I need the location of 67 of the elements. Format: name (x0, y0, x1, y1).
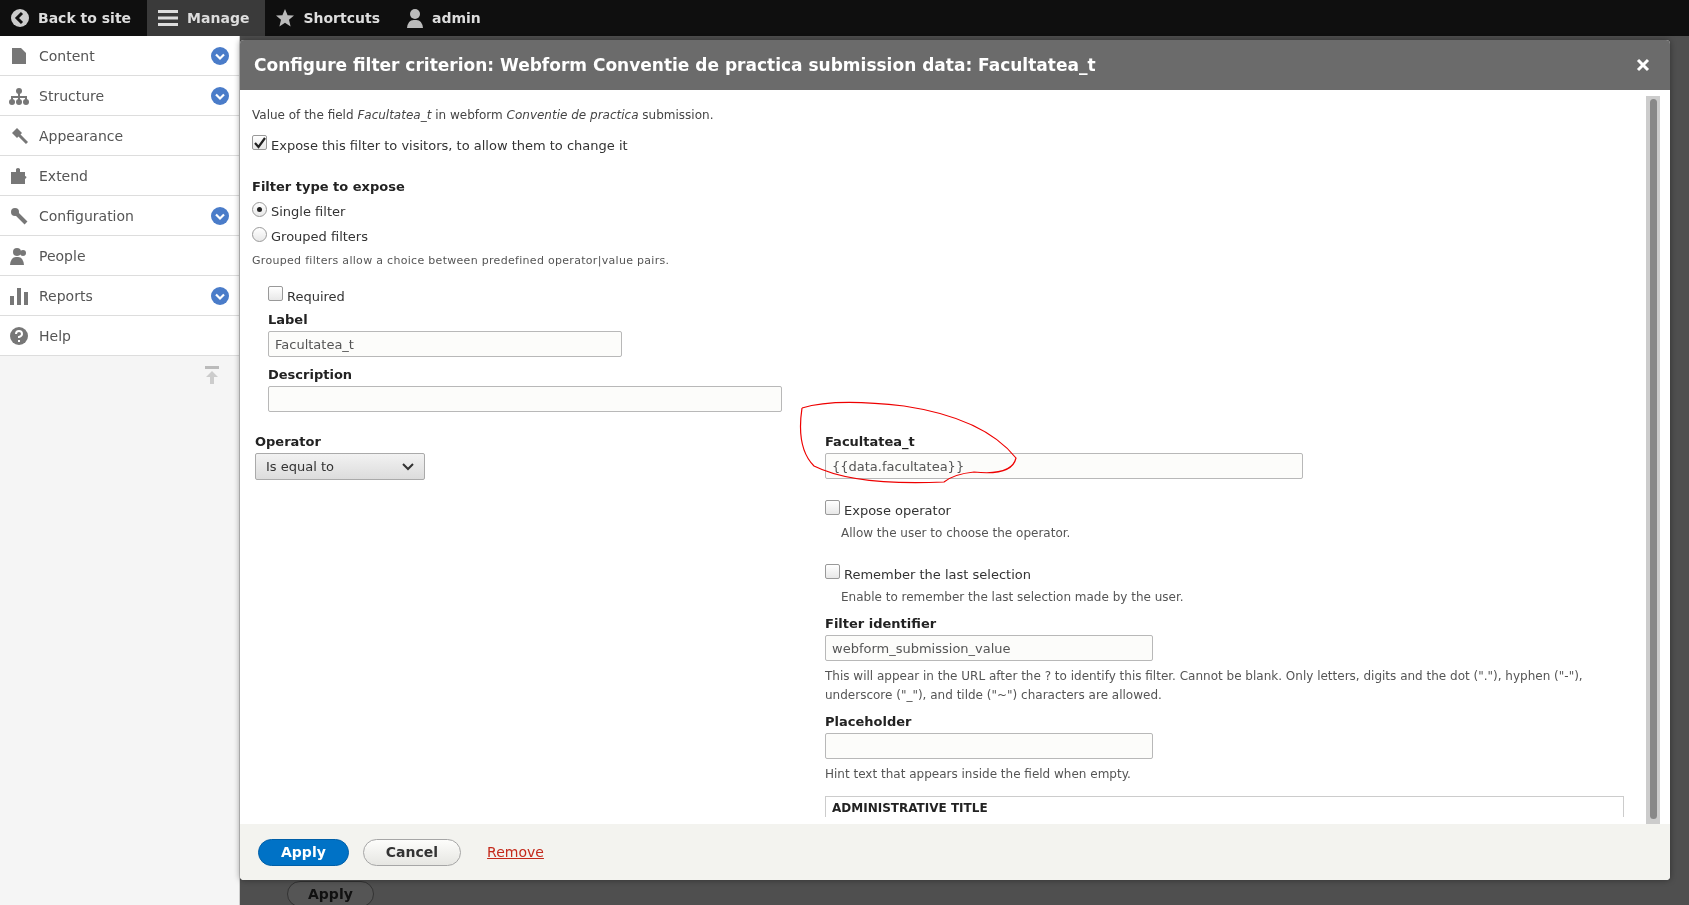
checkbox[interactable] (825, 563, 840, 579)
expand-icon[interactable] (211, 46, 229, 65)
radio-button[interactable] (252, 202, 267, 217)
expand-icon[interactable] (211, 206, 229, 225)
operator-select[interactable]: Is equal to (255, 453, 425, 480)
remove-link[interactable]: Remove (487, 844, 544, 860)
wrench-icon (10, 206, 28, 225)
document-icon (11, 46, 27, 65)
people-icon (9, 246, 29, 265)
identifier-input[interactable]: webform_submission_value (825, 635, 1153, 662)
section-heading: Filter type to expose (252, 179, 406, 194)
fieldset-heading: ADMINISTRATIVE TITLE (825, 795, 1624, 817)
checkbox[interactable] (252, 135, 267, 150)
field-description: Value of the field Facultatea_t in webform Conventie de practica submission. (252, 108, 715, 122)
value-input[interactable]: {{data.facultatea}} (825, 453, 1303, 479)
label-input[interactable]: Facultatea_t (268, 331, 622, 357)
bar-chart-icon (10, 286, 28, 305)
help-text: This will appear in the URL after the ? to identify this filter. Cannot be blank. Only letters, digits and the dot ("."), hyphen ("-"), underscore ("_"), and tilde ("~") characters are allowed. (825, 668, 1584, 704)
puzzle-icon (10, 166, 28, 185)
help-text: Hint text that appears inside the field when empty. (825, 766, 1132, 784)
field-label: Filter identifier (825, 616, 938, 632)
checkbox-label: Required (287, 289, 345, 304)
help-icon (10, 326, 28, 345)
field-label: Description (268, 367, 354, 382)
help-text: Allow the user to choose the operator. (840, 525, 1072, 542)
field-label: Placeholder (825, 714, 913, 730)
field-label: Operator (255, 434, 322, 449)
sidebar-item[interactable]: People (0, 236, 239, 276)
radio-label: Single filter (271, 204, 346, 219)
toolbar-tab[interactable]: Shortcuts (265, 0, 396, 36)
toolbar-tab[interactable]: Back to site (0, 0, 148, 36)
checkbox-label: Expose operator (844, 503, 951, 518)
checkbox-label: Remember the last selection (844, 566, 1031, 582)
checkbox[interactable] (825, 500, 840, 515)
help-text: Grouped filters allow a choice between predefined operator|value pairs. (252, 254, 671, 267)
cancel-button[interactable]: Cancel (362, 838, 462, 866)
user-icon (406, 8, 424, 28)
expand-icon[interactable] (211, 286, 229, 305)
apply-button[interactable]: Apply (258, 838, 349, 866)
sidebar-item[interactable]: Help (0, 316, 239, 356)
menu-icon (157, 8, 180, 28)
field-label: Label (268, 312, 309, 327)
toolbar-tab[interactable]: Manage (147, 0, 266, 36)
back-icon (10, 8, 30, 28)
sidebar-item[interactable]: Content (0, 36, 239, 76)
sidebar-item[interactable]: Configuration (0, 196, 239, 236)
sidebar-item[interactable]: Structure (0, 76, 239, 116)
sidebar-item[interactable]: Extend (0, 156, 239, 196)
scrollbar[interactable] (1646, 96, 1660, 824)
toolbar-tab[interactable]: admin (396, 0, 497, 36)
sitemap-icon (9, 86, 29, 105)
close-icon[interactable] (1634, 56, 1652, 74)
chevron-down-icon (402, 462, 414, 471)
star-icon (275, 8, 296, 28)
sidebar-item[interactable]: Appearance (0, 116, 239, 156)
checkbox[interactable] (268, 286, 283, 301)
help-text: Enable to remember the last selection made by the user. (840, 588, 1185, 606)
field-label: Facultatea_t (825, 434, 916, 449)
collapse-icon[interactable] (205, 366, 219, 384)
checkbox-label: Expose this filter to visitors, to allow them to change it (271, 138, 628, 153)
expand-icon[interactable] (211, 86, 229, 105)
sidebar-item[interactable]: Reports (0, 276, 239, 316)
radio-label: Grouped filters (271, 229, 368, 244)
radio-button[interactable] (252, 227, 267, 242)
placeholder-input[interactable] (825, 733, 1153, 760)
dialog-title: Configure filter criterion: Webform Conventie de practica submission data: Facultatea_t (254, 55, 1096, 75)
description-input[interactable] (268, 386, 782, 412)
